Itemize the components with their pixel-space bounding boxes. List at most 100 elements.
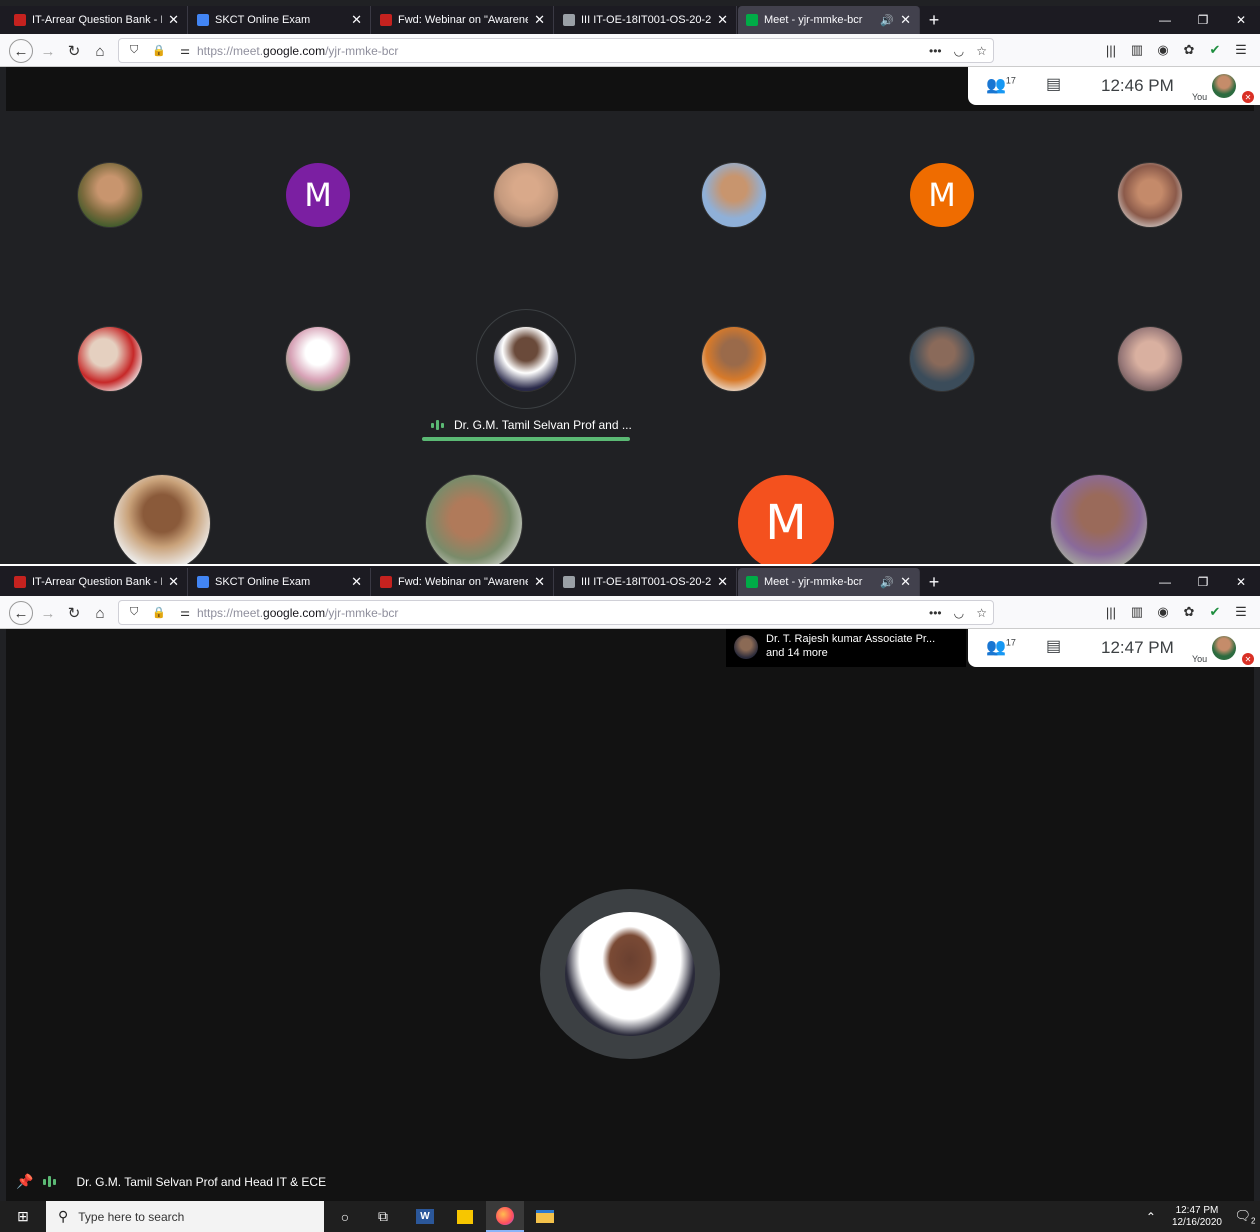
account-icon[interactable]: ◉	[1154, 39, 1172, 61]
checkmark-icon[interactable]: ✔	[1206, 39, 1224, 61]
restore-icon[interactable]: ❐	[1184, 568, 1222, 596]
menu-icon[interactable]: ☰	[1232, 39, 1250, 61]
self-avatar[interactable]	[1212, 636, 1236, 660]
close-icon[interactable]: ✕	[900, 12, 911, 28]
participant-avatar[interactable]	[494, 163, 558, 227]
participant-avatar[interactable]	[78, 327, 142, 391]
participant-avatar[interactable]	[494, 327, 558, 391]
windows-start-icon[interactable]: ⊞	[0, 1201, 46, 1232]
shield-icon[interactable]: ⛉	[130, 606, 138, 619]
close-icon[interactable]: ✕	[717, 574, 728, 590]
url-text[interactable]: https://meet.google.com/yjr-mmke-bcr	[197, 44, 923, 58]
library-icon[interactable]: |||	[1102, 601, 1120, 623]
close-icon[interactable]: ✕	[534, 12, 545, 28]
participant-avatar[interactable]: M	[286, 163, 350, 227]
forward-button[interactable]: →	[36, 39, 60, 63]
menu-icon[interactable]: ☰	[1232, 601, 1250, 623]
reload-button[interactable]: ↻	[62, 601, 86, 625]
word-icon[interactable]: W	[406, 1201, 444, 1232]
taskbar-search-box[interactable]: ⚲ Type here to search	[46, 1201, 324, 1232]
task-view-icon[interactable]: ⧉	[364, 1201, 402, 1232]
tab-webinar[interactable]: Fwd: Webinar on "Awareness p ✕	[372, 6, 554, 34]
address-bar[interactable]: ⛉ 🔒 ⚌ https://meet.google.com/yjr-mmke-b…	[118, 38, 994, 63]
more-icon[interactable]: •••	[929, 606, 942, 620]
permissions-icon[interactable]: ⚌	[180, 44, 190, 57]
back-button[interactable]: ←	[9, 601, 33, 625]
close-window-icon[interactable]: ✕	[1222, 6, 1260, 34]
people-icon[interactable]: 👥17	[986, 75, 1016, 95]
close-icon[interactable]: ✕	[351, 12, 362, 28]
tab-classroom[interactable]: III IT-OE-18IT001-OS-20-21 Cy ✕	[555, 6, 737, 34]
chevron-up-icon[interactable]: ⌃	[1146, 1210, 1156, 1224]
reload-button[interactable]: ↻	[62, 39, 86, 63]
close-icon[interactable]: ✕	[717, 12, 728, 28]
tab-skct[interactable]: SKCT Online Exam ✕	[189, 6, 371, 34]
home-button[interactable]: ⌂	[88, 39, 112, 63]
people-icon[interactable]: 👥17	[986, 637, 1016, 657]
tab-meet[interactable]: Meet - yjr-mmke-bcr 🔊 ✕	[738, 568, 920, 596]
pocket-icon[interactable]: ◡	[954, 44, 964, 58]
forward-button[interactable]: →	[36, 601, 60, 625]
close-window-icon[interactable]: ✕	[1222, 568, 1260, 596]
new-tab-button[interactable]: +	[922, 568, 946, 596]
tab-it-arrear[interactable]: IT-Arrear Question Bank - Invita ✕	[6, 568, 188, 596]
taskbar-clock[interactable]: 12:47 PM 12/16/2020	[1172, 1205, 1222, 1229]
firefox-icon[interactable]	[486, 1201, 524, 1232]
tab-skct[interactable]: SKCT Online Exam ✕	[189, 568, 371, 596]
close-icon[interactable]: ✕	[168, 574, 179, 590]
close-icon[interactable]: ✕	[900, 574, 911, 590]
library-icon[interactable]: |||	[1102, 39, 1120, 61]
close-icon[interactable]: ✕	[534, 574, 545, 590]
close-icon[interactable]: ✕	[351, 574, 362, 590]
presenter-avatar[interactable]	[565, 912, 695, 1036]
self-avatar[interactable]	[1212, 74, 1236, 98]
lock-icon[interactable]: 🔒	[152, 44, 166, 57]
notifications-icon[interactable]: 🗨2	[1230, 1208, 1260, 1226]
back-button[interactable]: ←	[9, 39, 33, 63]
chat-icon[interactable]: ▤	[1046, 74, 1061, 94]
sidebar-icon[interactable]: ▥	[1128, 39, 1146, 61]
participant-avatar[interactable]	[1118, 327, 1182, 391]
account-icon[interactable]: ◉	[1154, 601, 1172, 623]
sticky-notes-icon[interactable]	[446, 1201, 484, 1232]
participant-avatar[interactable]	[1118, 163, 1182, 227]
chat-icon[interactable]: ▤	[1046, 636, 1061, 656]
lock-icon[interactable]: 🔒	[152, 606, 166, 619]
close-icon[interactable]: ✕	[168, 12, 179, 28]
participant-avatar[interactable]	[114, 475, 210, 564]
shield-icon[interactable]: ⛉	[130, 44, 138, 57]
url-text[interactable]: https://meet.google.com/yjr-mmke-bcr	[197, 606, 923, 620]
permissions-icon[interactable]: ⚌	[180, 606, 190, 619]
star-icon[interactable]: ☆	[976, 606, 987, 620]
tab-webinar[interactable]: Fwd: Webinar on "Awareness p ✕	[372, 568, 554, 596]
minimize-icon[interactable]: —	[1146, 6, 1184, 34]
participant-avatar[interactable]	[910, 327, 974, 391]
speaker-icon[interactable]: 🔊	[880, 576, 894, 589]
participant-avatar[interactable]	[1051, 475, 1147, 564]
extension-icon[interactable]: ✿	[1180, 39, 1198, 61]
participant-avatar[interactable]	[702, 327, 766, 391]
participant-avatar[interactable]	[78, 163, 142, 227]
pocket-icon[interactable]: ◡	[954, 606, 964, 620]
restore-icon[interactable]: ❐	[1184, 6, 1222, 34]
more-icon[interactable]: •••	[929, 44, 942, 58]
participant-avatar[interactable]: M	[738, 475, 834, 564]
pin-icon[interactable]: 📌	[16, 1173, 33, 1190]
participant-avatar[interactable]: M	[910, 163, 974, 227]
tab-it-arrear[interactable]: IT-Arrear Question Bank - Invita ✕	[6, 6, 188, 34]
star-icon[interactable]: ☆	[976, 44, 987, 58]
checkmark-icon[interactable]: ✔	[1206, 601, 1224, 623]
tab-meet[interactable]: Meet - yjr-mmke-bcr 🔊 ✕	[738, 6, 920, 34]
minimize-icon[interactable]: —	[1146, 568, 1184, 596]
address-bar[interactable]: ⛉ 🔒 ⚌ https://meet.google.com/yjr-mmke-b…	[118, 600, 994, 625]
participant-avatar[interactable]	[426, 475, 522, 564]
new-tab-button[interactable]: +	[922, 6, 946, 34]
participant-avatar[interactable]	[286, 327, 350, 391]
home-button[interactable]: ⌂	[88, 601, 112, 625]
tab-classroom[interactable]: III IT-OE-18IT001-OS-20-21 Cy ✕	[555, 568, 737, 596]
extension-icon[interactable]: ✿	[1180, 601, 1198, 623]
speaker-icon[interactable]: 🔊	[880, 14, 894, 27]
file-explorer-icon[interactable]	[526, 1201, 564, 1232]
participant-avatar[interactable]	[702, 163, 766, 227]
sidebar-icon[interactable]: ▥	[1128, 601, 1146, 623]
